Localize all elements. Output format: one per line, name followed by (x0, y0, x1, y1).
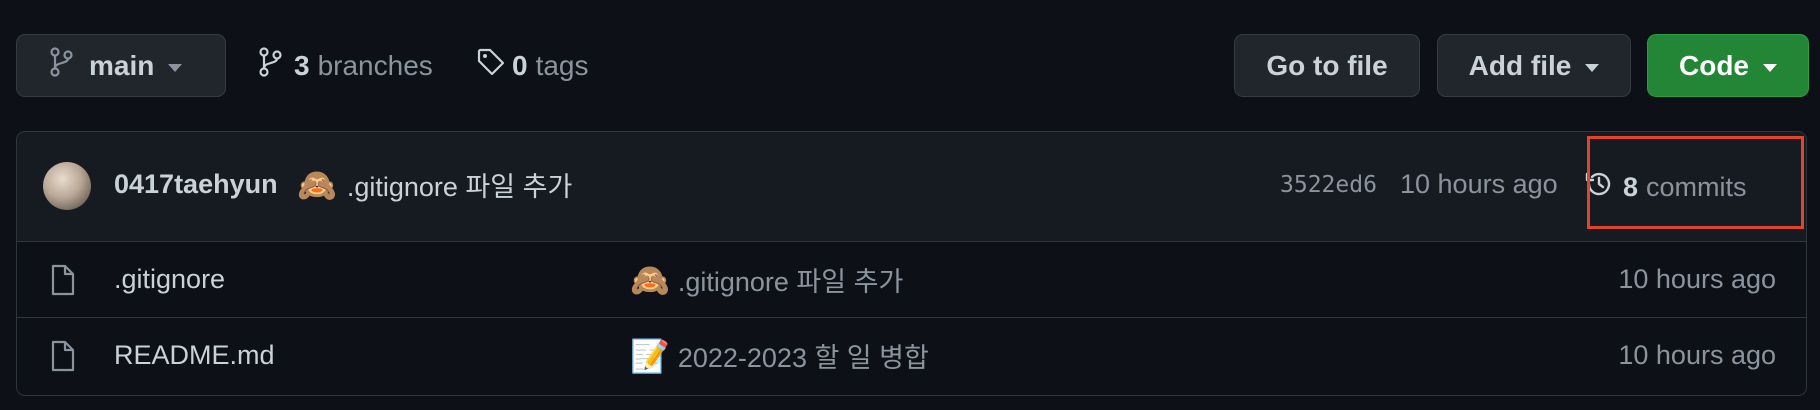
code-button[interactable]: Code (1647, 34, 1809, 97)
latest-commit-message[interactable]: 🙈 .gitignore 파일 추가 (297, 165, 572, 204)
tag-icon (476, 47, 506, 84)
see-no-evil-monkey-icon: 🙈 (630, 261, 670, 298)
commit-message-text: .gitignore 파일 추가 (346, 172, 573, 202)
tags-link[interactable]: 0 tags (476, 34, 589, 97)
file-icon (50, 340, 76, 377)
commits-count: 8 (1623, 171, 1639, 202)
file-icon (50, 264, 76, 301)
git-branch-icon (258, 47, 282, 84)
file-name-link[interactable]: .gitignore (114, 264, 225, 295)
branches-label: branches (317, 49, 433, 81)
file-list-box: 0417taehyun 🙈 .gitignore 파일 추가 3522ed6 1… (16, 131, 1807, 396)
git-branch-icon (49, 47, 73, 84)
file-commit-link[interactable]: 🙈 .gitignore 파일 추가 (630, 260, 903, 299)
commits-label: commits (1646, 171, 1747, 202)
chevron-down-icon (1763, 63, 1777, 72)
go-to-file-label: Go to file (1266, 49, 1388, 81)
file-name-link[interactable]: README.md (114, 340, 275, 371)
file-time: 10 hours ago (1618, 264, 1776, 294)
go-to-file-button[interactable]: Go to file (1234, 34, 1420, 97)
tags-label: tags (535, 49, 589, 81)
add-file-label: Add file (1468, 49, 1572, 81)
file-commit-link[interactable]: 📝 2022-2023 할 일 병합 (630, 336, 929, 375)
branches-link[interactable]: 3 branches (258, 34, 433, 97)
chevron-down-icon (168, 63, 183, 72)
repo-toolbar: main 3 branches 0 tags Go to file Add fi… (0, 0, 1820, 132)
history-icon (1583, 168, 1615, 207)
file-row[interactable]: .gitignore 🙈 .gitignore 파일 추가 10 hours a… (17, 242, 1806, 318)
file-commit-message: 2022-2023 할 일 병합 (677, 343, 929, 373)
file-commit-message: .gitignore 파일 추가 (677, 267, 904, 297)
file-time: 10 hours ago (1618, 340, 1776, 370)
file-row[interactable]: README.md 📝 2022-2023 할 일 병합 10 hours ag… (17, 318, 1806, 394)
tags-count: 0 (512, 49, 528, 81)
commit-author[interactable]: 0417taehyun (114, 169, 278, 200)
commit-time: 10 hours ago (1400, 169, 1558, 199)
branch-name: main (89, 49, 155, 81)
memo-icon: 📝 (630, 337, 670, 374)
branch-select-button[interactable]: main (16, 34, 226, 97)
branches-count: 3 (294, 49, 310, 81)
repo-file-browser: main 3 branches 0 tags Go to file Add fi… (0, 0, 1820, 410)
chevron-down-icon (1585, 63, 1600, 72)
commit-sha[interactable]: 3522ed6 (1280, 172, 1377, 198)
add-file-button[interactable]: Add file (1437, 34, 1631, 97)
commits-history-link[interactable]: 8 commits (1583, 162, 1747, 212)
latest-commit-bar: 0417taehyun 🙈 .gitignore 파일 추가 3522ed6 1… (17, 132, 1806, 242)
code-label: Code (1679, 49, 1749, 81)
avatar[interactable] (43, 162, 91, 210)
see-no-evil-monkey-icon: 🙈 (297, 166, 337, 203)
